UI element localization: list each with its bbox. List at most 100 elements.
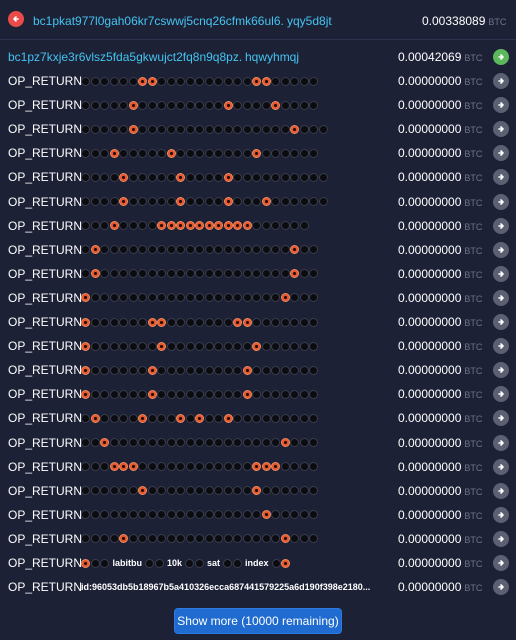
op-return-row[interactable]: OP_RETURN 0.00000000 BTC [0,69,516,93]
pumpkin-glyph-icon [252,76,261,86]
op-return-amount-value: 0.00000000 [398,74,462,88]
pumpkin-glyph-icon [138,76,147,86]
output-spent-arrow-icon[interactable] [493,49,509,65]
op-return-row[interactable]: OP_RETURN 0.00000000 BTC [0,141,516,165]
op-return-row[interactable]: OP_RETURN 0.00000000 BTC [0,262,516,286]
dark-glyph-icon [233,365,242,375]
output-arrow-icon[interactable] [493,458,509,475]
output-arrow-icon[interactable] [493,362,509,379]
dark-glyph-icon [252,293,261,303]
op-return-row[interactable]: OP_RETURN 0.00000000 BTC [0,382,516,406]
dark-glyph-icon [128,245,138,255]
dark-glyph-icon [290,510,299,520]
dark-glyph-icon [147,293,157,303]
op-return-payload: labitbu 10k sat index [81,557,291,569]
dark-glyph-icon [176,148,185,158]
output-arrow-icon[interactable] [493,338,509,355]
dark-glyph-icon [119,438,128,447]
dark-glyph-icon [147,148,157,158]
output-arrow-icon[interactable] [493,482,509,499]
output-arrow-icon[interactable] [493,555,509,571]
pumpkin-glyph-icon [119,197,128,206]
input-arrow-icon[interactable] [8,11,24,27]
op-return-row[interactable]: OP_RETURN 0.00000000 BTC [0,455,516,479]
output-arrow-icon[interactable] [493,217,509,234]
dark-glyph-icon [280,341,290,351]
dark-glyph-icon [157,197,166,206]
op-return-row[interactable]: OP_RETURN 0.00000000 BTC [0,117,516,141]
dark-glyph-icon [223,124,233,134]
dark-glyph-icon [128,341,138,351]
output-arrow-icon[interactable] [493,314,509,330]
op-return-payload-text: labitbu [112,558,143,568]
dark-glyph-icon [138,389,147,399]
dark-glyph-icon [271,293,280,303]
pumpkin-glyph-icon [138,486,147,496]
dark-glyph-icon [204,269,214,279]
op-return-row[interactable]: OP_RETURN id:96053db5b18967b5a410326ecca6… [0,575,516,599]
dark-glyph-icon [81,438,90,447]
input-address-end[interactable]: yqy5d8jt [287,14,332,28]
dark-glyph-icon [90,124,100,134]
op-return-row[interactable]: OP_RETURN 0.00000000 BTC [0,93,516,117]
dark-glyph-icon [299,100,309,110]
output-arrow-icon[interactable] [493,410,509,427]
op-return-payload [81,412,319,424]
op-return-payload [81,147,319,159]
output-arrow-icon[interactable] [493,506,509,523]
input-address-start[interactable]: bc1pkat977l0gah06kr7cswwj5cnq26cfmk66ul6… [33,14,285,28]
dark-glyph-icon [157,245,166,255]
output-arrow-icon[interactable] [493,530,509,547]
output-arrow-icon[interactable] [493,241,509,258]
show-more-button[interactable]: Show more (10000 remaining) [174,608,342,634]
op-return-row[interactable]: OP_RETURN 0.00000000 BTC [0,286,516,310]
op-return-row[interactable]: OP_RETURN 0.00000000 BTC [0,431,516,455]
dark-glyph-icon [185,124,195,134]
op-return-amount-value: 0.00000000 [398,266,462,281]
pumpkin-glyph-icon [223,100,233,110]
op-return-row[interactable]: OP_RETURN 0.00000000 BTC [0,165,516,189]
dark-glyph-icon [185,76,195,86]
op-return-row[interactable]: OP_RETURN 0.00000000 BTC [0,527,516,551]
op-return-row[interactable]: OP_RETURN 0.00000000 BTC [0,503,516,527]
output-row-address[interactable]: bc1pz7kxje3r6vlsz5fda5gkwujct2fq8n9q8pz.… [0,45,516,69]
dark-glyph-icon [204,172,214,182]
output-arrow-icon[interactable] [493,289,509,306]
output-address-end[interactable]: hqwyhmqj [245,50,299,64]
dark-glyph-icon [176,438,185,447]
dark-glyph-icon [204,413,214,423]
output-arrow-icon[interactable] [493,265,509,282]
output-arrow-icon[interactable] [493,169,509,186]
dark-glyph-icon [204,486,214,496]
output-arrow-icon[interactable] [493,73,509,89]
pumpkin-glyph-icon [128,100,138,110]
dark-glyph-icon [271,172,280,182]
op-return-row[interactable]: OP_RETURN 0.00000000 BTC [0,310,516,334]
output-arrow-icon[interactable] [493,121,509,138]
op-return-row[interactable]: OP_RETURN 0.00000000 BTC [0,190,516,214]
op-return-row[interactable]: OP_RETURN 0.00000000 BTC [0,214,516,238]
op-return-row[interactable]: OP_RETURN 0.00000000 BTC [0,238,516,262]
output-arrow-icon[interactable] [493,97,509,114]
output-address-start[interactable]: bc1pz7kxje3r6vlsz5fda5gkwujct2fq8n9q8pz.… [8,50,243,64]
output-arrow-icon[interactable] [493,579,509,596]
output-arrow-icon[interactable] [493,386,509,403]
output-arrow-icon[interactable] [493,434,509,451]
op-return-row[interactable]: OP_RETURN labitbu 10k sat index 0.00000000 BTC [0,551,516,575]
pumpkin-glyph-icon [242,389,252,399]
output-arrow-icon[interactable] [493,193,509,210]
dark-glyph-icon [271,534,280,544]
input-row[interactable]: bc1pkat977l0gah06kr7cswwj5cnq26cfmk66ul6… [0,0,516,40]
op-return-row[interactable]: OP_RETURN 0.00000000 BTC [0,358,516,382]
dark-glyph-icon [109,365,119,375]
op-return-row[interactable]: OP_RETURN 0.00000000 BTC [0,479,516,503]
dark-glyph-icon [166,438,176,447]
dark-glyph-icon [128,148,138,158]
output-arrow-icon[interactable] [493,145,509,162]
op-return-row[interactable]: OP_RETURN 0.00000000 BTC [0,406,516,430]
pumpkin-glyph-icon [81,293,90,303]
op-return-row[interactable]: OP_RETURN 0.00000000 BTC [0,334,516,358]
op-return-amount: 0.00000000 BTC [398,170,482,184]
dark-glyph-icon [261,438,271,447]
dark-glyph-icon [100,76,109,86]
